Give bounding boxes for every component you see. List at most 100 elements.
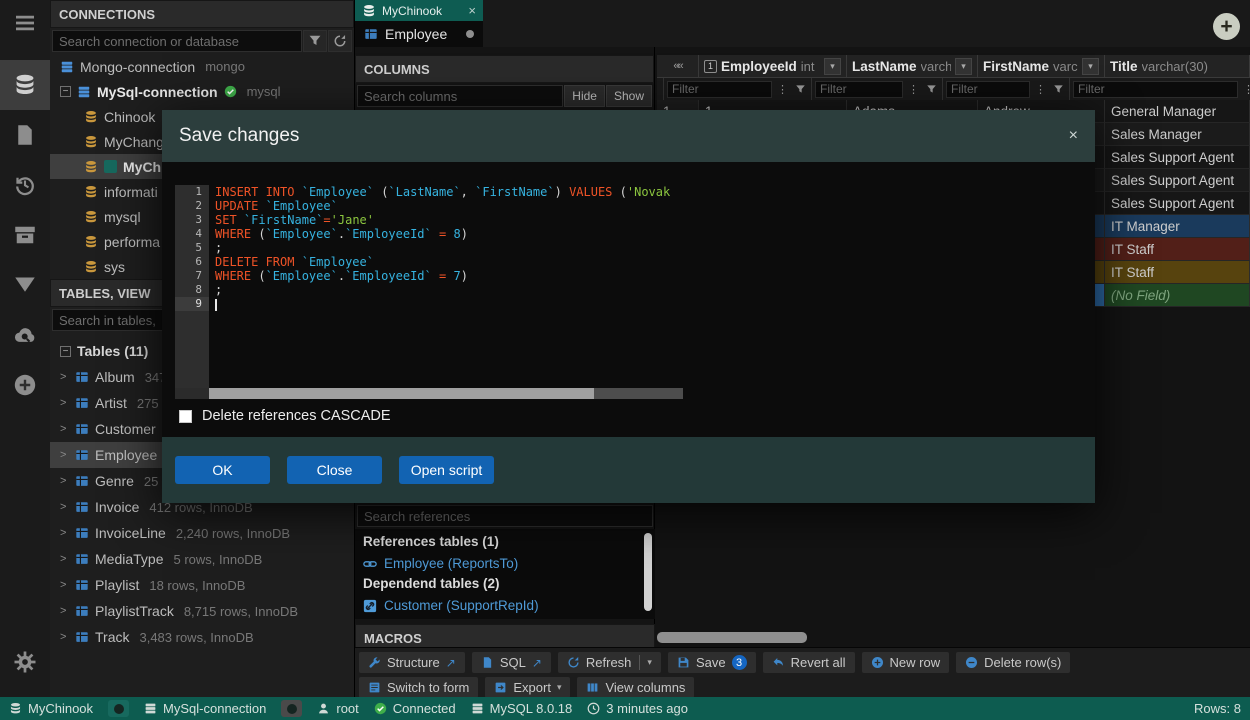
iconbar-database-button[interactable] [0, 60, 50, 110]
toolbar-button-view-columns[interactable]: View columns [577, 677, 694, 698]
iconbar-settings-button[interactable] [0, 637, 50, 687]
filter-menu-button[interactable]: ⋮ [1241, 81, 1250, 97]
table-item-playlist[interactable]: >Playlist18 rows, InnoDB [50, 572, 354, 598]
cell-title[interactable]: IT Manager [1105, 215, 1250, 238]
expander-icon[interactable]: − [60, 346, 71, 357]
chevron-right-icon[interactable]: > [60, 553, 69, 565]
cascade-checkbox[interactable] [179, 410, 192, 423]
chevron-right-icon[interactable]: > [60, 423, 69, 435]
toolbar-button-delete-row-s[interactable]: Delete row(s) [956, 652, 1070, 673]
expander-icon[interactable]: − [60, 86, 71, 97]
grid-horizontal-scrollbar[interactable] [657, 632, 807, 643]
funnel-icon-button[interactable] [793, 81, 808, 97]
collapse-columns-button[interactable]: «« [657, 55, 699, 78]
status-item-color-badge[interactable] [281, 700, 302, 717]
file-icon [13, 123, 37, 147]
toolbar-button-revert-all[interactable]: Revert all [763, 652, 855, 673]
connections-search-input[interactable] [52, 30, 302, 52]
iconbar-cloud-search-button[interactable] [0, 310, 50, 360]
chevron-right-icon[interactable]: > [60, 397, 69, 409]
close-icon[interactable]: × [1069, 127, 1078, 145]
cell-title[interactable]: Sales Support Agent [1105, 192, 1250, 215]
dropdown-chevron-icon[interactable]: ▾ [639, 655, 652, 670]
toolbar-button-structure[interactable]: Structure↗ [359, 652, 465, 673]
reference-link-customer-supportrepid[interactable]: Customer (SupportRepId) [355, 595, 655, 616]
cell-title[interactable]: Sales Support Agent [1105, 146, 1250, 169]
iconbar-menu-button[interactable] [0, 0, 50, 46]
cell-title[interactable]: General Manager [1105, 100, 1250, 123]
close-icon[interactable]: × [468, 3, 476, 18]
hide-column-button[interactable]: Hide [564, 85, 605, 107]
iconbar-plus-circle-button[interactable] [0, 360, 50, 410]
funnel-icon-button[interactable] [1051, 81, 1066, 97]
scrollbar-thumb[interactable] [209, 388, 594, 399]
filter-menu-button[interactable]: ⋮ [906, 81, 921, 97]
column-header-employeeid[interactable]: 1EmployeeIdint▾ [699, 55, 847, 78]
iconbar-file-button[interactable] [0, 110, 50, 160]
table-item-invoiceline[interactable]: >InvoiceLine2,240 rows, InnoDB [50, 520, 354, 546]
column-menu-button[interactable]: ▾ [1082, 58, 1099, 75]
references-scrollbar[interactable] [644, 533, 652, 611]
filter-menu-button[interactable]: ⋮ [1033, 81, 1048, 97]
filter-input-lastname[interactable] [815, 81, 903, 98]
cell-title[interactable]: IT Staff [1105, 238, 1250, 261]
toolbar-button-refresh[interactable]: Refresh▾ [558, 652, 661, 673]
connections-filter-button[interactable] [303, 30, 327, 52]
scrollbar-track[interactable] [209, 388, 683, 399]
columns-search-input[interactable] [357, 85, 563, 107]
connection-tree-item-mysql-connection[interactable]: −MySql-connectionmysql [50, 79, 354, 104]
column-header-lastname[interactable]: LastNamevarchar(20)▾ [847, 55, 978, 78]
toolbar-button-export[interactable]: Export▾ [485, 677, 570, 698]
filter-input-title[interactable] [1073, 81, 1238, 98]
editor-horizontal-scrollbar[interactable] [175, 388, 683, 399]
chevron-right-icon[interactable]: > [60, 631, 69, 643]
cell-title[interactable]: IT Staff [1105, 261, 1250, 284]
status-item-mychinook[interactable]: MyChinook [9, 701, 93, 716]
connection-color-badge[interactable] [281, 700, 302, 717]
toolbar-button-new-row[interactable]: New row [862, 652, 950, 673]
close-button[interactable]: Close [287, 456, 382, 484]
reference-link-employee-reportsto[interactable]: Employee (ReportsTo) [355, 553, 655, 574]
editor-code-area[interactable]: INSERT INTO `Employee` (`LastName`, `Fir… [209, 185, 683, 388]
filter-menu-button[interactable]: ⋮ [775, 81, 790, 97]
status-item-color-badge[interactable] [108, 700, 129, 717]
chevron-right-icon[interactable]: > [60, 449, 69, 461]
table-item-track[interactable]: >Track3,483 rows, InnoDB [50, 624, 354, 650]
cell-title[interactable]: (No Field) [1105, 284, 1250, 307]
funnel-icon-button[interactable] [924, 81, 939, 97]
tab-employee[interactable]: Employee [355, 21, 483, 47]
chevron-right-icon[interactable]: > [60, 475, 69, 487]
new-tab-button[interactable]: + [1213, 13, 1240, 40]
filter-input-firstname[interactable] [946, 81, 1030, 98]
chevron-right-icon[interactable]: > [60, 605, 69, 617]
table-item-mediatype[interactable]: >MediaType5 rows, InnoDB [50, 546, 354, 572]
iconbar-history-button[interactable] [0, 160, 50, 210]
open-script-button[interactable]: Open script [399, 456, 494, 484]
table-item-playlisttrack[interactable]: >PlaylistTrack8,715 rows, InnoDB [50, 598, 354, 624]
iconbar-filter-triangle-button[interactable] [0, 260, 50, 310]
ok-button[interactable]: OK [175, 456, 270, 484]
column-menu-button[interactable]: ▾ [955, 58, 972, 75]
chevron-right-icon[interactable]: > [60, 527, 69, 539]
chevron-right-icon[interactable]: > [60, 371, 69, 383]
column-menu-button[interactable]: ▾ [824, 58, 841, 75]
database-group-tab[interactable]: MyChinook × [355, 0, 483, 21]
column-header-title[interactable]: Titlevarchar(30) [1105, 55, 1250, 78]
column-header-firstname[interactable]: FirstNamevarchar(20)▾ [978, 55, 1105, 78]
references-search-input[interactable] [357, 505, 653, 527]
sql-editor[interactable]: 123456789 INSERT INTO `Employee` (`LastN… [175, 185, 683, 388]
toolbar-button-sql[interactable]: SQL↗ [472, 652, 551, 673]
connection-tree-item-mongo-connection[interactable]: Mongo-connectionmongo [50, 54, 354, 79]
toolbar-button-switch-to-form[interactable]: Switch to form [359, 677, 478, 698]
filter-input-employeeid[interactable] [667, 81, 772, 98]
chevron-right-icon[interactable]: > [60, 579, 69, 591]
connections-refresh-button[interactable] [328, 30, 352, 52]
connection-color-badge[interactable] [108, 700, 129, 717]
status-item-mysql-connection[interactable]: MySql-connection [144, 701, 266, 716]
cell-title[interactable]: Sales Manager [1105, 123, 1250, 146]
chevron-right-icon[interactable]: > [60, 501, 69, 513]
show-column-button[interactable]: Show [606, 85, 652, 107]
toolbar-button-save[interactable]: Save3 [668, 652, 756, 673]
iconbar-archive-button[interactable] [0, 210, 50, 260]
cell-title[interactable]: Sales Support Agent [1105, 169, 1250, 192]
